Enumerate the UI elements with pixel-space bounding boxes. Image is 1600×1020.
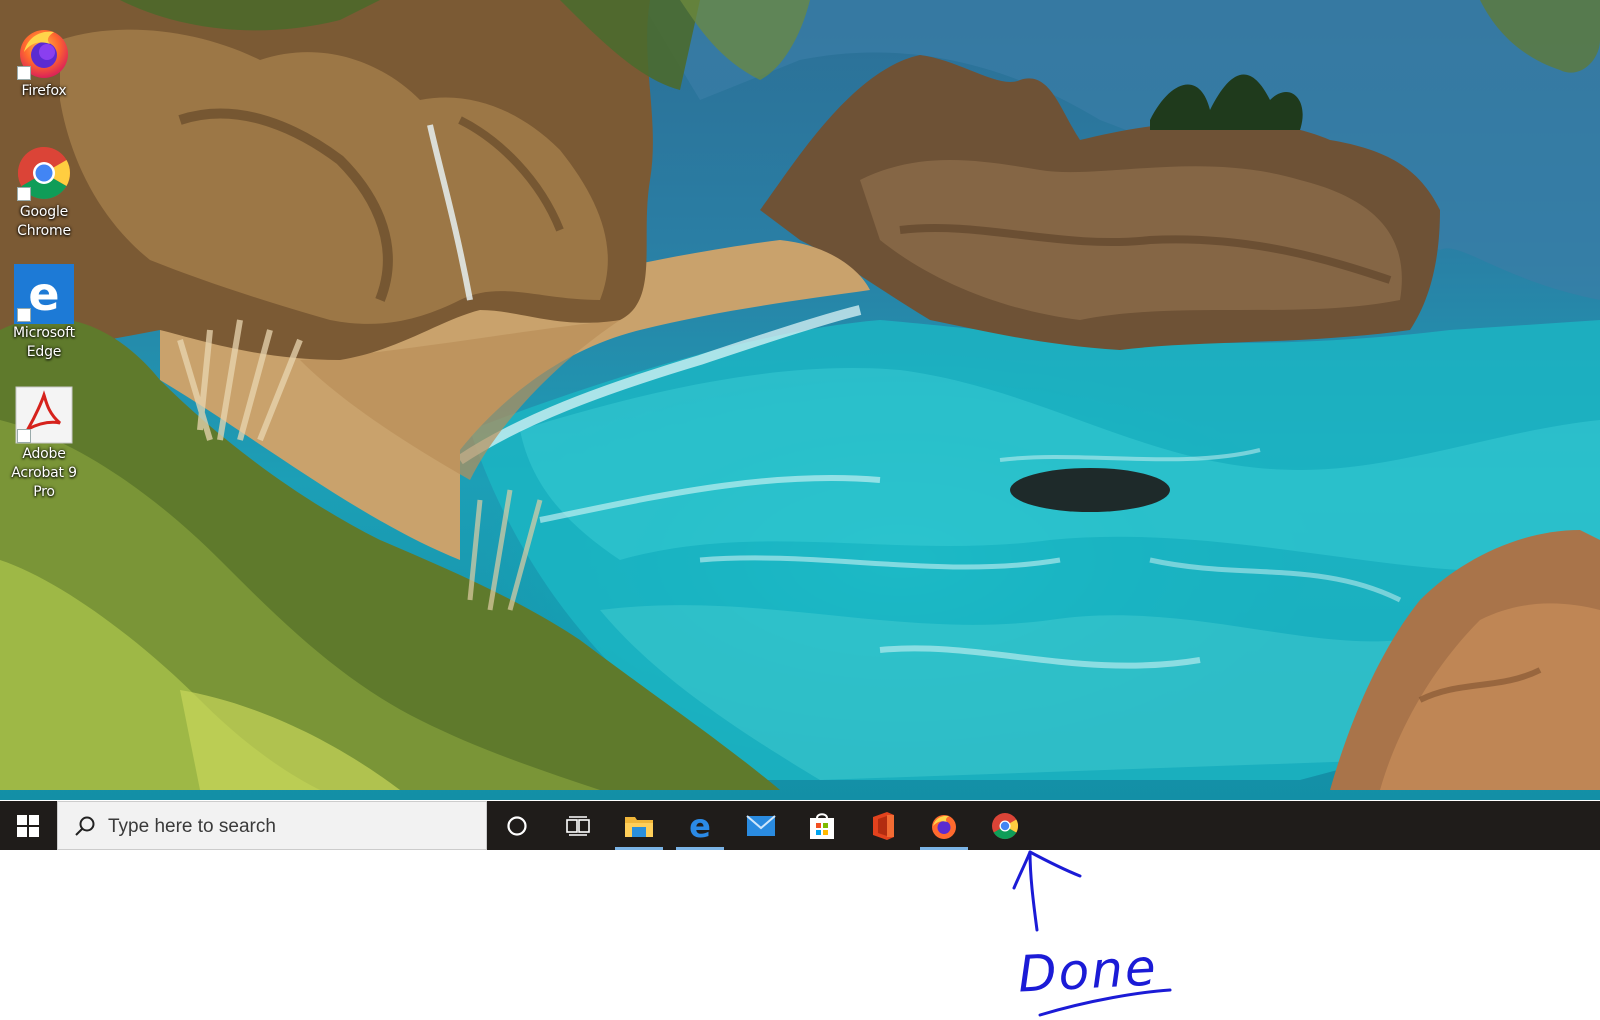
- shortcut-arrow-icon: [17, 308, 31, 322]
- wallpaper-image: [0, 0, 1600, 790]
- svg-text:e: e: [689, 811, 711, 841]
- taskbar: e: [0, 801, 1600, 850]
- desktop-icon-label: Firefox: [21, 83, 67, 99]
- firefox-icon: [14, 22, 74, 82]
- taskbar-search-box[interactable]: [57, 801, 487, 850]
- edge-icon: e: [14, 264, 74, 324]
- shortcut-arrow-icon: [17, 66, 31, 80]
- taskbar-file-explorer-button[interactable]: [609, 801, 669, 850]
- shortcut-arrow-icon: [17, 429, 31, 443]
- acrobat-icon: [14, 385, 74, 445]
- taskbar-edge-button[interactable]: e: [670, 801, 730, 850]
- annotation-done-text: Done: [1016, 938, 1159, 1004]
- taskbar-firefox-button[interactable]: [914, 801, 974, 850]
- mail-icon: [746, 814, 776, 836]
- desktop-icon-firefox[interactable]: Firefox: [0, 22, 88, 101]
- desktop-icon-label: Adobe Acrobat 9 Pro: [11, 446, 77, 500]
- store-icon: [810, 812, 834, 839]
- office-icon: [873, 811, 894, 840]
- taskbar-store-button[interactable]: [792, 801, 852, 850]
- desktop-wallpaper: Firefox Google Chrome e Microsoft Edge A…: [0, 0, 1600, 800]
- search-input[interactable]: [106, 810, 470, 844]
- firefox-icon: [932, 814, 956, 839]
- desktop-icon-edge[interactable]: e Microsoft Edge: [0, 264, 88, 362]
- desktop-icon-chrome[interactable]: Google Chrome: [0, 143, 88, 241]
- desktop-icon-label: Microsoft Edge: [13, 325, 75, 360]
- taskbar-chrome-button[interactable]: [975, 801, 1035, 850]
- annotation-arrow-icon: [1012, 850, 1172, 1017]
- svg-text:e: e: [28, 267, 59, 321]
- taskbar-cortana-button[interactable]: [487, 801, 547, 850]
- start-button[interactable]: [0, 801, 56, 850]
- desktop-icon-label: Google Chrome: [17, 204, 71, 239]
- chrome-icon: [992, 812, 1019, 839]
- windows-logo-icon: [17, 814, 39, 837]
- taskbar-office-button[interactable]: [853, 801, 913, 850]
- edge-icon: e: [689, 811, 711, 841]
- file-explorer-icon: [625, 816, 653, 837]
- taskbar-task-view-button[interactable]: [548, 801, 608, 850]
- handwritten-annotation: Done: [0, 850, 1600, 1020]
- cortana-icon: [507, 815, 527, 836]
- shortcut-arrow-icon: [17, 187, 31, 201]
- task-view-icon: [566, 815, 590, 836]
- desktop-icon-acrobat[interactable]: Adobe Acrobat 9 Pro: [0, 385, 88, 502]
- search-icon: [75, 816, 95, 836]
- chrome-icon: [14, 143, 74, 203]
- taskbar-mail-button[interactable]: [731, 801, 791, 850]
